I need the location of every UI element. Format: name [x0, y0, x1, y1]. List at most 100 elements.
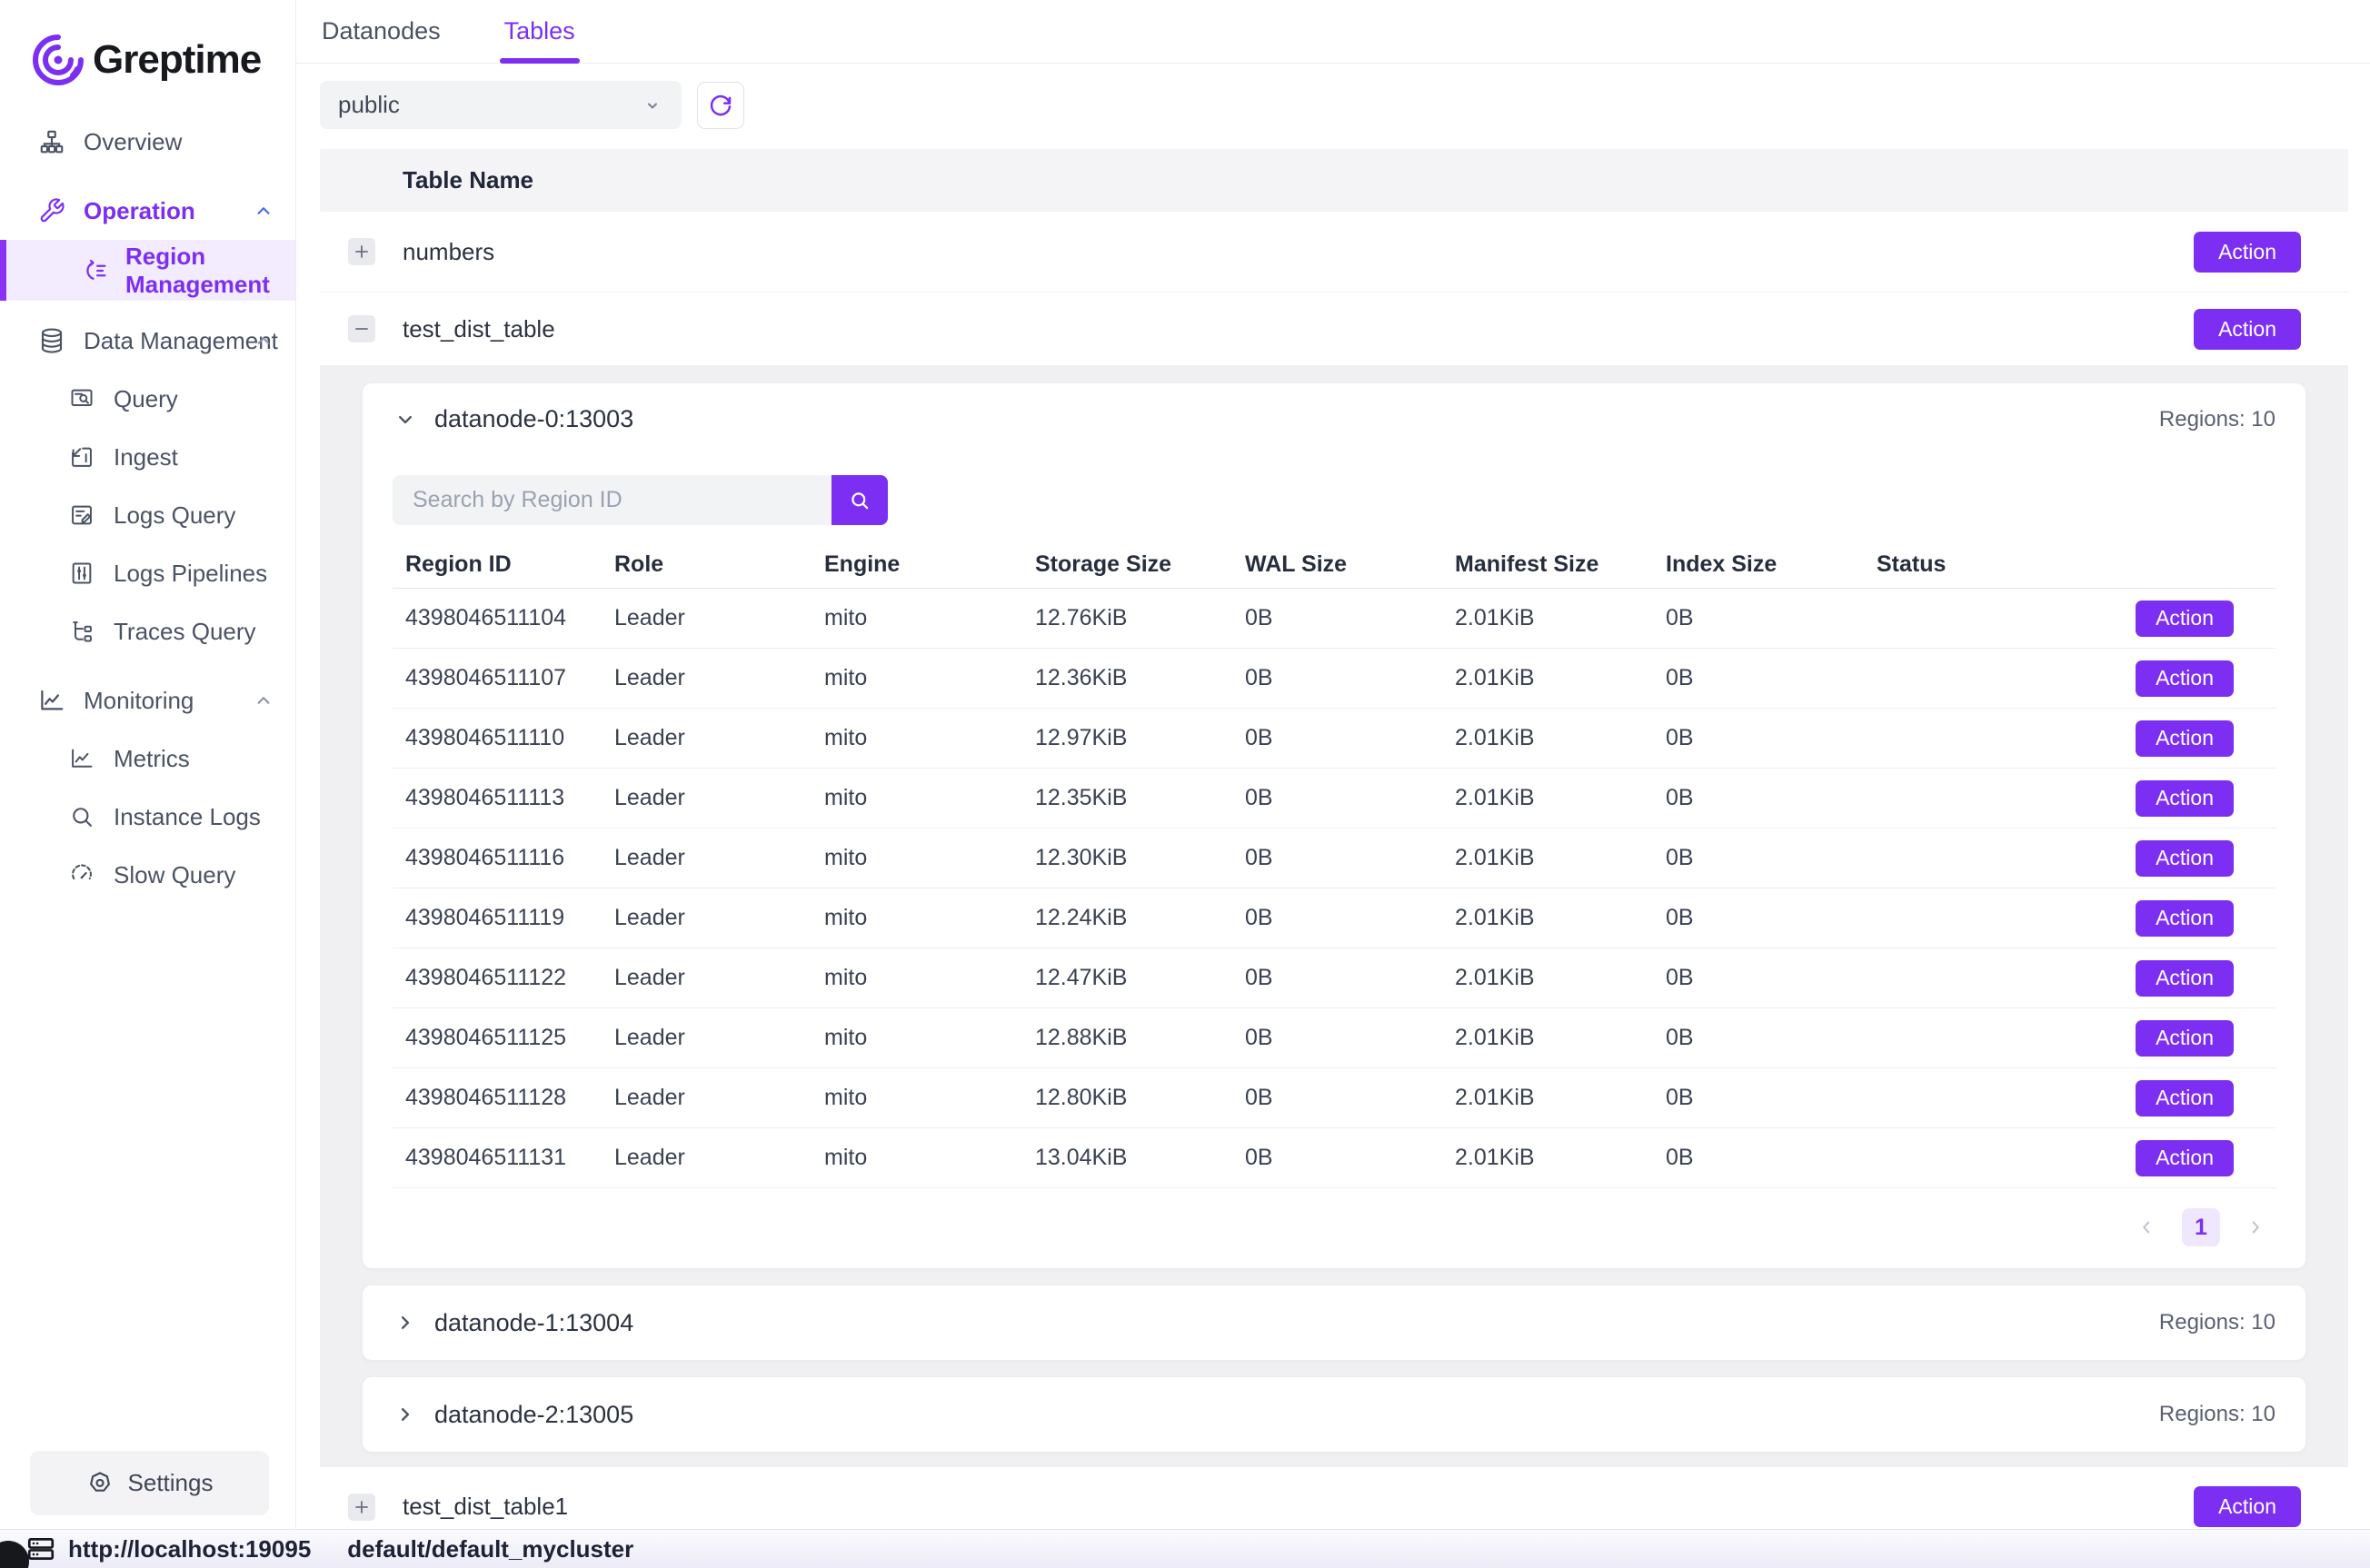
region-role: Leader [602, 1145, 812, 1171]
sidebar-item-label: Traces Query [114, 618, 256, 646]
status-cluster: default/default_mycluster [347, 1535, 633, 1563]
region-wal-size: 0B [1232, 665, 1442, 691]
expand-plus-icon[interactable] [348, 238, 375, 265]
sidebar-item-slow-query[interactable]: Slow Query [0, 846, 295, 904]
sidebar-item-label: Instance Logs [114, 803, 261, 831]
sidebar-item-logs-pipelines[interactable]: Logs Pipelines [0, 544, 295, 602]
region-wal-size: 0B [1232, 785, 1442, 811]
chevron-right-icon[interactable] [393, 1402, 418, 1427]
action-button[interactable]: Action [2136, 840, 2234, 877]
region-row: 4398046511128 Leader mito 12.80KiB 0B 2.… [393, 1068, 2275, 1128]
toolbar: public [296, 64, 2370, 149]
action-button[interactable]: Action [2136, 1020, 2234, 1057]
tables-table-header: Table Name [320, 149, 2348, 212]
sidebar-item-label: Logs Query [114, 501, 235, 530]
datanode-header[interactable]: datanode-2:13005 Regions: 10 [363, 1377, 2305, 1452]
sidebar-item-instance-logs[interactable]: Instance Logs [0, 788, 295, 846]
sidebar-item-overview[interactable]: Overview [0, 113, 295, 171]
region-role: Leader [602, 665, 812, 691]
region-id: 4398046511125 [393, 1025, 602, 1051]
sidebar-item-query[interactable]: Query [0, 370, 295, 428]
sidebar-item-operation[interactable]: Operation [0, 182, 295, 240]
region-index-size: 0B [1653, 605, 1864, 631]
schema-select[interactable]: public [320, 81, 682, 129]
column-manifest-size: Manifest Size [1442, 551, 1653, 578]
sidebar-item-label: Query [114, 385, 178, 413]
region-id: 4398046511122 [393, 965, 602, 991]
region-engine: mito [812, 665, 1022, 691]
chevron-up-icon[interactable] [252, 199, 275, 223]
page-next-icon[interactable] [2244, 1216, 2267, 1239]
region-engine: mito [812, 905, 1022, 931]
sitemap-icon [36, 128, 67, 155]
expand-plus-icon[interactable] [348, 1494, 375, 1521]
column-wal-size: WAL Size [1232, 551, 1442, 578]
datanode-header[interactable]: datanode-1:13004 Regions: 10 [363, 1285, 2305, 1360]
region-id: 4398046511107 [393, 665, 602, 691]
region-row: 4398046511113 Leader mito 12.35KiB 0B 2.… [393, 769, 2275, 829]
region-index-size: 0B [1653, 1085, 1864, 1111]
datanode-header[interactable]: datanode-0:13003 Regions: 10 [363, 383, 2305, 433]
sidebar-item-label: Slow Query [114, 861, 235, 889]
action-button[interactable]: Action [2136, 1140, 2234, 1176]
greptime-logo-icon [33, 35, 84, 85]
action-button[interactable]: Action [2136, 600, 2234, 637]
page-number[interactable]: 1 [2182, 1208, 2220, 1246]
action-button[interactable]: Action [2136, 960, 2234, 997]
sidebar-item-ingest[interactable]: Ingest [0, 428, 295, 486]
chevron-up-icon[interactable] [252, 329, 275, 352]
action-button[interactable]: Action [2136, 1080, 2234, 1116]
table-name[interactable]: numbers [403, 238, 494, 266]
chevron-down-icon [642, 94, 663, 116]
action-button[interactable]: Action [2194, 232, 2301, 273]
sidebar-item-label: Data Management [84, 327, 278, 355]
search-button[interactable] [831, 475, 888, 525]
table-name[interactable]: test_dist_table [403, 315, 555, 343]
action-button[interactable]: Action [2136, 720, 2234, 757]
gear-icon [86, 1470, 114, 1497]
pagination: 1 [363, 1188, 2305, 1268]
sidebar-item-label: Logs Pipelines [114, 560, 267, 588]
sidebar-item-data-management[interactable]: Data Management [0, 312, 295, 370]
sidebar-nav: Overview Operation [0, 100, 295, 904]
region-id: 4398046511110 [393, 725, 602, 751]
region-search-input[interactable] [393, 475, 831, 525]
region-storage-size: 12.80KiB [1022, 1085, 1232, 1111]
region-table-header: Region ID Role Engine Storage Size WAL S… [393, 541, 2275, 589]
action-button[interactable]: Action [2194, 309, 2301, 350]
search-icon [847, 488, 872, 513]
sidebar-item-traces-query[interactable]: Traces Query [0, 602, 295, 660]
settings-label: Settings [128, 1469, 214, 1497]
settings-button[interactable]: Settings [30, 1451, 269, 1515]
sidebar-item-logs-query[interactable]: Logs Query [0, 486, 295, 544]
tab-tables[interactable]: Tables [504, 0, 575, 64]
chevron-up-icon[interactable] [252, 689, 275, 712]
region-role: Leader [602, 785, 812, 811]
regions-count: Regions: 10 [2159, 1402, 2275, 1427]
action-button[interactable]: Action [2194, 1486, 2301, 1527]
region-manifest-size: 2.01KiB [1442, 905, 1653, 931]
collapse-minus-icon[interactable] [348, 315, 375, 342]
region-row: 4398046511107 Leader mito 12.36KiB 0B 2.… [393, 649, 2275, 709]
sidebar-item-region-management[interactable]: Region Management [0, 240, 295, 301]
region-manifest-size: 2.01KiB [1442, 785, 1653, 811]
regions-count: Regions: 10 [2159, 407, 2275, 432]
sidebar-item-metrics[interactable]: Metrics [0, 729, 295, 788]
sidebar: Greptime Overview [0, 0, 296, 1568]
sidebar-item-monitoring[interactable]: Monitoring [0, 671, 295, 729]
tab-datanodes[interactable]: Datanodes [322, 0, 441, 64]
region-storage-size: 12.30KiB [1022, 845, 1232, 871]
chevron-right-icon[interactable] [393, 1310, 418, 1335]
region-engine: mito [812, 1145, 1022, 1171]
region-index-size: 0B [1653, 725, 1864, 751]
action-button[interactable]: Action [2136, 780, 2234, 817]
action-button[interactable]: Action [2136, 660, 2234, 697]
page-prev-icon[interactable] [2135, 1216, 2158, 1239]
table-name[interactable]: test_dist_table1 [403, 1493, 568, 1521]
refresh-button[interactable] [697, 82, 744, 129]
column-index-size: Index Size [1653, 551, 1864, 578]
main-content: Datanodes Tables public [296, 0, 2370, 1568]
region-role: Leader [602, 905, 812, 931]
chevron-down-icon[interactable] [393, 407, 418, 432]
action-button[interactable]: Action [2136, 900, 2234, 937]
